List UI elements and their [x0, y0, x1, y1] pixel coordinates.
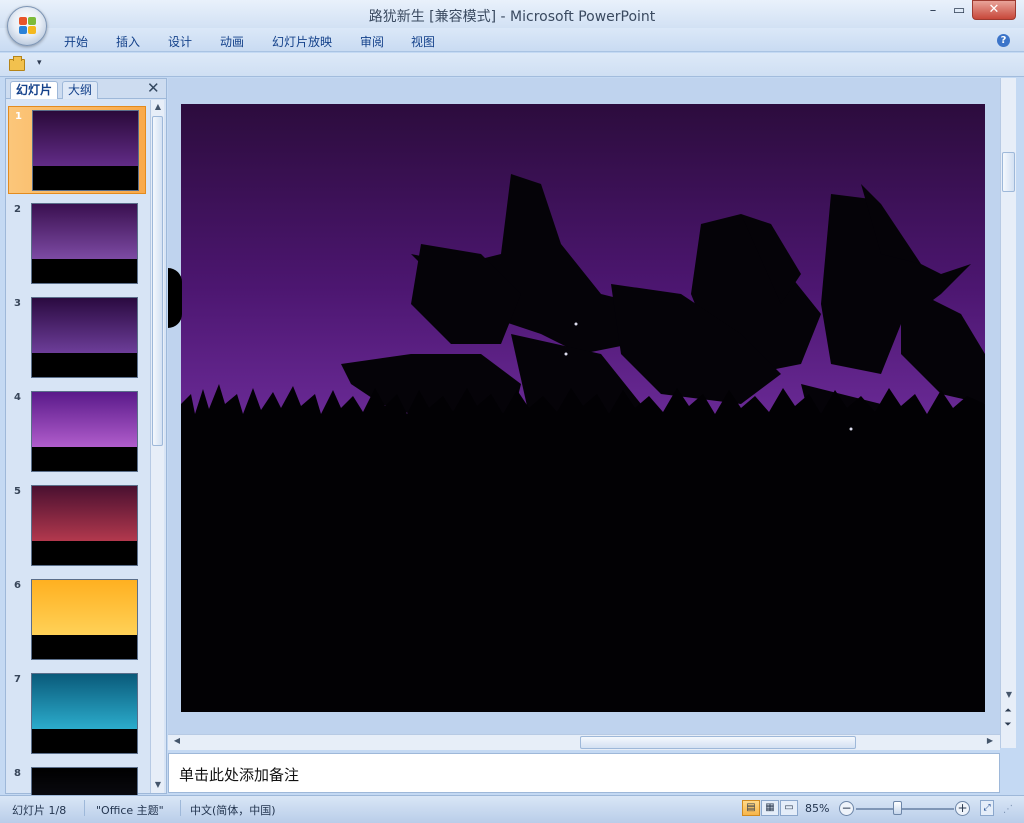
zoom-in-button[interactable]: + — [955, 801, 970, 816]
tab-view[interactable]: 视图 — [411, 33, 435, 50]
status-bar: 幻灯片 1/8 "Office 主题" 中文(简体，中国) ▤ ▦ ▭ 85% … — [0, 795, 1024, 823]
slide-thumbnail-8[interactable]: 8 — [8, 764, 146, 795]
title-bar: 路犹新生 [兼容模式] - Microsoft PowerPoint – ▭ ✕ — [0, 0, 1024, 28]
slide-counter: 幻灯片 1/8 — [12, 804, 67, 817]
normal-view-icon[interactable]: ▤ — [742, 800, 760, 816]
theme-name[interactable]: "Office 主题" — [96, 802, 164, 818]
tab-slideshow[interactable]: 幻灯片放映 — [272, 33, 332, 50]
slide-thumbnail-5[interactable]: 5 — [8, 482, 146, 570]
notes-pane[interactable]: 单击此处添加备注 — [168, 753, 1000, 793]
office-logo-icon — [19, 17, 37, 35]
open-folder-icon[interactable] — [9, 56, 25, 71]
slide-number: 7 — [14, 674, 21, 685]
window-title: 路犹新生 [兼容模式] - Microsoft PowerPoint — [368, 9, 656, 25]
language-indicator[interactable]: 中文(简体，中国) — [190, 802, 276, 818]
zoom-level[interactable]: 85% — [805, 802, 829, 815]
close-pane-icon[interactable]: ✕ — [147, 79, 160, 97]
zoom-slider-handle[interactable] — [893, 801, 902, 815]
slide-thumbnail-2[interactable]: 2 — [8, 200, 146, 288]
customize-toolbar-dropdown[interactable]: ▾ — [37, 58, 42, 68]
tab-slides[interactable]: 幻灯片 — [10, 81, 59, 99]
minimize-button[interactable]: – — [920, 2, 946, 22]
grass-silhouette — [181, 384, 985, 712]
slide-thumbnail-3[interactable]: 3 — [8, 294, 146, 382]
tab-insert[interactable]: 插入 — [116, 33, 140, 50]
slide-preview-image — [31, 297, 138, 378]
bird-eye-highlight — [574, 322, 578, 326]
zoom-slider-track[interactable] — [856, 808, 954, 810]
pane-scroll-thumb[interactable] — [152, 116, 163, 446]
editor-vscroll-thumb[interactable] — [1002, 152, 1015, 192]
editor-hscroll-thumb[interactable] — [580, 736, 856, 749]
close-button[interactable]: ✕ — [972, 0, 1016, 20]
thumbnail-ground — [32, 729, 137, 753]
scroll-down-arrow-icon[interactable]: ▼ — [151, 780, 165, 789]
slide-number: 8 — [14, 768, 21, 779]
next-slide-icon[interactable]: ⏷ — [1001, 720, 1015, 734]
editor-horizontal-scrollbar[interactable]: ◀ ▶ — [168, 734, 1000, 750]
tab-home[interactable]: 开始 — [64, 33, 88, 50]
thumbnail-ground — [32, 635, 137, 659]
slide-number: 6 — [14, 580, 21, 591]
slides-pane: 幻灯片 大纲 ✕ 1 2 3 4 5 6 7 8 ▲ ▼ — [5, 78, 167, 795]
previous-slide-icon[interactable]: ⏶ — [1001, 706, 1015, 720]
slideshow-view-icon[interactable]: ▭ — [780, 800, 798, 816]
slide-preview-image — [32, 110, 139, 191]
slide-sorter-view-icon[interactable]: ▦ — [761, 800, 779, 816]
tab-design[interactable]: 设计 — [168, 33, 192, 50]
slide-thumbnail-4[interactable]: 4 — [8, 388, 146, 476]
slide-preview-image — [31, 391, 138, 472]
thumbnail-ground — [32, 541, 137, 565]
zoom-out-button[interactable]: − — [839, 801, 854, 816]
notes-placeholder[interactable]: 单击此处添加备注 — [179, 764, 299, 785]
slide-number: 1 — [15, 111, 22, 122]
thumbnail-ground — [32, 259, 137, 283]
tab-review[interactable]: 审阅 — [360, 33, 384, 50]
slide-thumbnail-list: 1 2 3 4 5 6 7 8 — [6, 100, 149, 795]
resize-grip-icon[interactable]: ⋰ — [1003, 804, 1013, 815]
slide-preview-image — [31, 673, 138, 754]
slide-artwork — [181, 174, 985, 712]
office-button[interactable] — [7, 6, 47, 46]
tab-animations[interactable]: 动画 — [220, 33, 244, 50]
scroll-down-arrow-icon[interactable]: ▼ — [1002, 690, 1016, 699]
slide-number: 5 — [14, 486, 21, 497]
thumbnail-ground — [33, 166, 138, 190]
slide-editor — [168, 78, 1013, 748]
fit-to-window-icon[interactable]: ⤢ — [980, 800, 994, 816]
scroll-up-arrow-icon[interactable]: ▲ — [151, 102, 165, 111]
slide-number: 2 — [14, 204, 21, 215]
tab-outline[interactable]: 大纲 — [62, 81, 99, 99]
thumbnail-ground — [32, 353, 137, 377]
slide-preview-image — [31, 485, 138, 566]
help-icon[interactable]: ? — [997, 34, 1010, 47]
slide-thumbnail-7[interactable]: 7 — [8, 670, 146, 758]
scroll-left-arrow-icon[interactable]: ◀ — [170, 736, 184, 745]
pane-tab-bar: 幻灯片 大纲 ✕ — [6, 79, 166, 99]
offslide-shape — [168, 268, 182, 328]
editor-vertical-scrollbar[interactable]: ▼ ⏶ ⏷ — [1000, 78, 1016, 748]
current-slide-canvas[interactable] — [181, 104, 985, 712]
bird-eye-highlight — [849, 427, 853, 431]
slide-preview-image — [31, 203, 138, 284]
maximize-button[interactable]: ▭ — [946, 2, 972, 22]
thumbnail-ground — [32, 447, 137, 471]
ribbon-tab-bar: 开始 插入 设计 动画 幻灯片放映 审阅 视图 — [0, 28, 1024, 52]
status-divider — [84, 800, 85, 816]
slide-thumbnail-1[interactable]: 1 — [8, 106, 146, 194]
quick-access-toolbar: ▾ — [0, 53, 1024, 77]
bird-eye-highlight — [564, 352, 568, 356]
slide-preview-image — [31, 767, 138, 795]
slide-number: 3 — [14, 298, 21, 309]
slide-preview-image — [31, 579, 138, 660]
slide-number: 4 — [14, 392, 21, 403]
slide-thumbnail-6[interactable]: 6 — [8, 576, 146, 664]
status-divider — [180, 800, 181, 816]
pane-scrollbar[interactable]: ▲ ▼ — [150, 100, 164, 793]
scroll-right-arrow-icon[interactable]: ▶ — [983, 736, 997, 745]
